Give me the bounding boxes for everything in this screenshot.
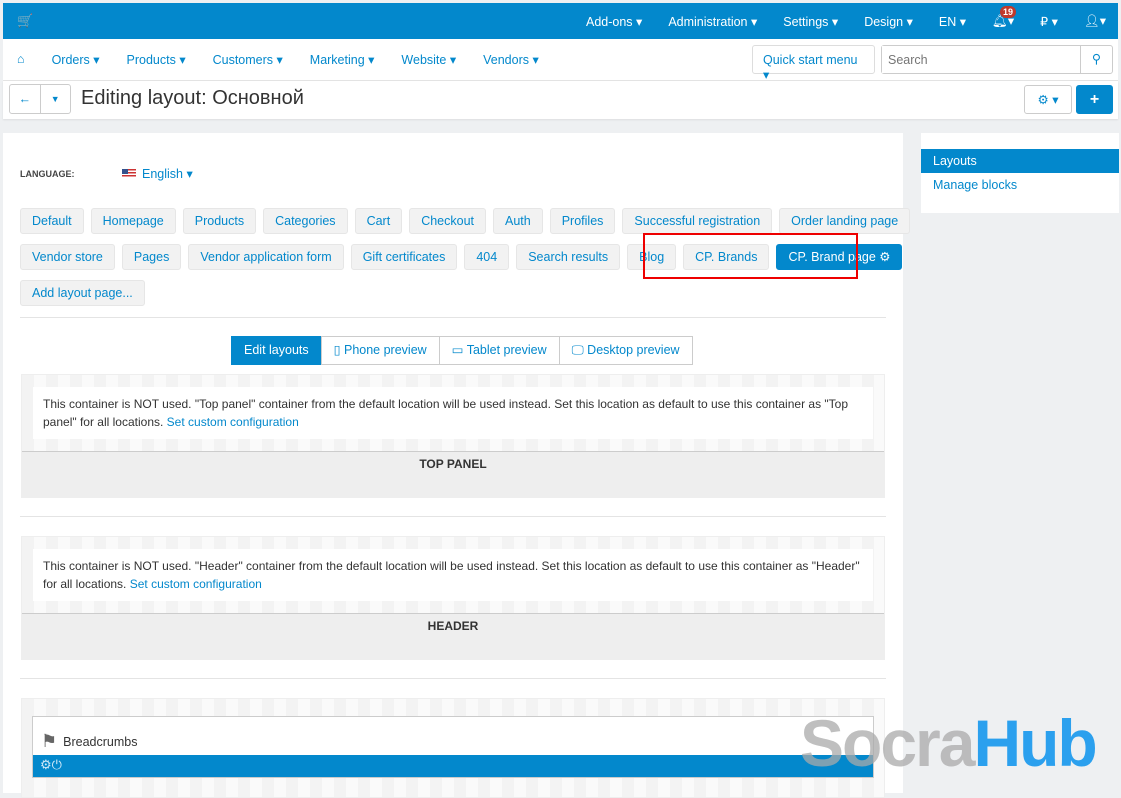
divider	[20, 317, 886, 318]
notification-count: 19	[999, 6, 1016, 18]
language-selector[interactable]: English ▾	[122, 166, 193, 181]
menu-currency[interactable]: ₽ ▾	[1040, 14, 1058, 29]
settings-gear-button[interactable]: ⚙ ▾	[1024, 85, 1072, 114]
set-custom-config-link[interactable]: Set custom configuration	[130, 577, 262, 591]
divider	[20, 516, 886, 517]
home-icon[interactable]: ⌂	[17, 52, 25, 67]
gear-icon[interactable]: ⚙	[40, 757, 52, 772]
block-toolbar: ⚙⏻	[33, 755, 873, 777]
layout-tab[interactable]: Vendor store	[20, 244, 115, 270]
tablet-preview-button[interactable]: ▭ Tablet preview	[438, 336, 560, 365]
divider	[20, 678, 886, 679]
add-button[interactable]: +	[1076, 85, 1113, 114]
layout-tab[interactable]: Add layout page...	[20, 280, 145, 306]
page-title: Editing layout: Основной	[81, 87, 304, 109]
container-title: TOP PANEL	[22, 451, 884, 497]
layout-tab[interactable]: Categories	[263, 208, 348, 234]
nav-products[interactable]: Products ▾	[127, 52, 186, 67]
container-top-panel: This container is NOT used. "Top panel" …	[21, 374, 885, 498]
notice-text: This container is NOT used. "Top panel" …	[43, 397, 849, 429]
nav-website[interactable]: Website ▾	[401, 52, 456, 67]
back-arrow-icon[interactable]: ←	[10, 85, 40, 113]
menu-design[interactable]: Design ▾	[864, 14, 913, 29]
nav-marketing[interactable]: Marketing ▾	[310, 52, 375, 67]
language-value: English ▾	[142, 167, 193, 181]
layout-tab[interactable]: 404	[464, 244, 510, 270]
search-input[interactable]	[882, 46, 1080, 73]
container-notice: This container is NOT used. "Header" con…	[33, 549, 873, 601]
container-title: HEADER	[22, 613, 884, 659]
watermark-part: Socra	[800, 706, 975, 780]
layout-tab[interactable]: Order landing page	[779, 208, 911, 234]
quick-start-menu[interactable]: Quick start menu ▾	[752, 45, 875, 82]
container-header: This container is NOT used. "Header" con…	[21, 536, 885, 660]
power-icon[interactable]: ⏻	[52, 757, 62, 772]
block-breadcrumbs[interactable]: ⚑ Breadcrumbs ⚙⏻	[32, 716, 874, 778]
container-notice: This container is NOT used. "Top panel" …	[33, 387, 873, 439]
main-content: LANGUAGE: English ▾ Default Homepage Produ…	[3, 133, 911, 798]
main-nav: ⌂ Orders ▾ Products ▾ Customers ▾ Market…	[3, 39, 1118, 82]
layout-tab[interactable]: Cart	[354, 208, 403, 234]
layout-tabs-row: Default Homepage Products Categories Cart Che…	[20, 208, 917, 234]
nav-customers[interactable]: Customers ▾	[213, 52, 283, 67]
highlight-box	[643, 233, 858, 279]
layout-tab[interactable]: Vendor application form	[188, 244, 344, 270]
desktop-preview-button[interactable]: 🖵 Desktop preview	[558, 336, 693, 365]
set-custom-config-link[interactable]: Set custom configuration	[167, 415, 299, 429]
block-name: Breadcrumbs	[63, 734, 138, 749]
cart-icon[interactable]: 🛒	[17, 13, 33, 29]
back-button-group: ← ▼	[9, 84, 71, 114]
title-bar: ← ▼ Editing layout: Основной ⚙ ▾ +	[3, 81, 1118, 119]
search-box: ⚲	[881, 45, 1113, 74]
language-label: LANGUAGE:	[20, 169, 75, 179]
sidebar: Layouts Manage blocks	[921, 133, 1119, 213]
edit-layouts-button[interactable]: Edit layouts	[231, 336, 322, 365]
layout-tab[interactable]: Homepage	[90, 208, 176, 234]
watermark: SocraHub	[800, 705, 1098, 781]
sidebar-item-manage-blocks[interactable]: Manage blocks	[921, 173, 1119, 197]
layout-tab[interactable]: Default	[20, 208, 84, 234]
us-flag-icon	[122, 169, 136, 178]
layout-tab[interactable]: Gift certificates	[350, 244, 458, 270]
search-icon[interactable]: ⚲	[1080, 46, 1112, 73]
nav-vendors[interactable]: Vendors ▾	[483, 52, 539, 67]
layout-tabs-row: Add layout page...	[20, 280, 152, 306]
preview-switch: Edit layouts ▯ Phone preview ▭ Tablet pr…	[231, 336, 693, 365]
layout-tab[interactable]: Search results	[516, 244, 621, 270]
chevron-down-icon[interactable]: ▼	[39, 85, 71, 113]
menu-addons[interactable]: Add-ons ▾	[586, 14, 642, 29]
user-icon[interactable]: 👤︎▾	[1084, 13, 1106, 29]
menu-settings[interactable]: Settings ▾	[783, 14, 838, 29]
menu-language[interactable]: EN ▾	[939, 14, 966, 29]
nav-orders[interactable]: Orders ▾	[52, 52, 100, 67]
menu-administration[interactable]: Administration ▾	[668, 14, 757, 29]
layout-tab[interactable]: Auth	[493, 208, 543, 234]
watermark-part: Hub	[973, 706, 1097, 780]
layout-tab[interactable]: Products	[182, 208, 257, 234]
signpost-icon: ⚑	[41, 731, 58, 751]
sidebar-item-layouts[interactable]: Layouts	[921, 149, 1119, 173]
bell-icon[interactable]: 🔔︎▾ 19	[992, 6, 1016, 29]
top-bar: 🛒 Add-ons ▾ Administration ▾ Settings ▾ …	[3, 3, 1118, 39]
phone-preview-button[interactable]: ▯ Phone preview	[320, 336, 440, 365]
layout-tab[interactable]: Profiles	[549, 208, 616, 234]
layout-tab[interactable]: Pages	[121, 244, 182, 270]
layout-tab[interactable]: Checkout	[409, 208, 486, 234]
layout-tab[interactable]: Successful registration	[622, 208, 773, 234]
